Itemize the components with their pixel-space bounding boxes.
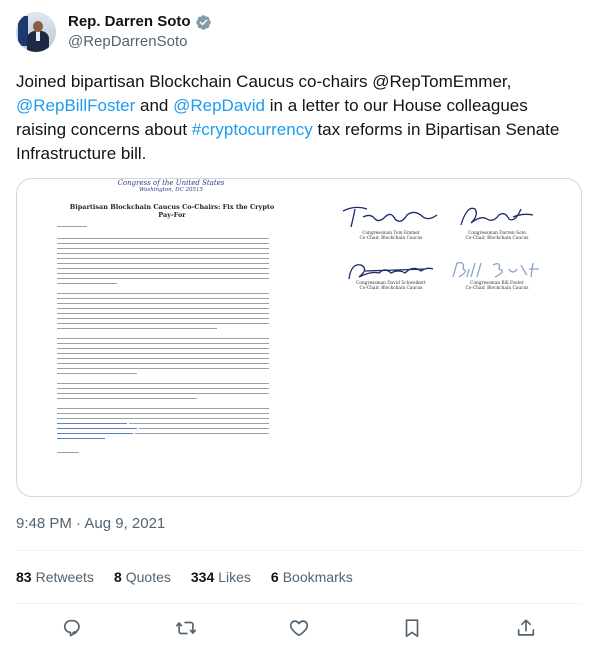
signature-foster: [452, 261, 539, 278]
signatory-role: Co-Chair, Blockchain Caucus: [465, 236, 529, 241]
signature-emmer: [342, 206, 438, 228]
mention-link[interactable]: @RepDavid: [173, 96, 265, 115]
action-bar: [0, 616, 598, 640]
retweets-stat[interactable]: 83 Retweets: [16, 567, 94, 587]
reply-button[interactable]: [61, 616, 85, 640]
likes-count: 334: [190, 569, 215, 585]
media-image[interactable]: Congress of the United States Washington…: [16, 178, 582, 497]
verified-badge-icon: [195, 14, 211, 30]
tweet-text-part: Joined bipartisan Blockchain Caucus co-c…: [16, 72, 512, 91]
share-button[interactable]: [514, 616, 538, 640]
like-icon: [289, 620, 309, 637]
author-handle[interactable]: @RepDarrenSoto: [68, 32, 212, 52]
signature-block-4: Congressman Bill Foster Co-Chair, Blockc…: [447, 281, 547, 291]
bookmarks-count: 6: [270, 569, 279, 585]
tweet-text: Joined bipartisan Blockchain Caucus co-c…: [16, 70, 576, 166]
letterhead-sub: Washington, DC 20515: [138, 187, 204, 193]
signatory-role: Co-Chair, Blockchain Caucus: [465, 286, 529, 291]
retweets-count: 83: [16, 569, 32, 585]
bookmarks-stat[interactable]: 6 Bookmarks: [271, 567, 353, 587]
tweet-timestamp[interactable]: 9:48 PM · Aug 9, 2021: [16, 514, 165, 534]
quotes-count: 8: [113, 569, 122, 585]
divider: [16, 550, 582, 551]
signature-block-3: Congressman David Schweikert Co-Chair, B…: [341, 281, 441, 291]
signatory-role: Co-Chair, Blockchain Caucus: [359, 286, 423, 291]
like-button[interactable]: [287, 616, 311, 640]
likes-label: Likes: [218, 569, 251, 585]
signature-soto: [460, 207, 534, 226]
bookmark-icon: [405, 619, 419, 638]
avatar[interactable]: [16, 12, 56, 52]
likes-stat[interactable]: 334 Likes: [191, 567, 251, 587]
author-info: Rep. Darren Soto @RepDarrenSoto: [68, 12, 212, 52]
bookmark-button[interactable]: [400, 616, 424, 640]
quotes-label: Quotes: [125, 569, 171, 585]
author-display-name[interactable]: Rep. Darren Soto: [68, 12, 191, 32]
engagement-stats: 83 Retweets 8 Quotes 334 Likes 6 Bookmar…: [16, 567, 353, 587]
reply-icon: [63, 619, 80, 637]
signature-block-1: Congressman Tom Emmer Co-Chair, Blockcha…: [341, 231, 441, 241]
letter-title: Bipartisan Blockchain Caucus Co-Chairs: …: [69, 203, 275, 219]
signatory-role: Co-Chair, Blockchain Caucus: [359, 236, 423, 241]
share-icon: [517, 619, 535, 636]
retweet-icon: [176, 621, 196, 635]
signature-block-2: Congressman Darren Soto Co-Chair, Blockc…: [447, 231, 547, 241]
letterhead: Congress of the United States: [117, 179, 225, 187]
retweet-button[interactable]: [174, 616, 198, 640]
divider: [16, 603, 582, 604]
retweets-label: Retweets: [35, 569, 94, 585]
tweet-text-part: and: [135, 96, 174, 115]
author-name-row[interactable]: Rep. Darren Soto: [68, 12, 212, 32]
hashtag-link[interactable]: #cryptocurrency: [192, 120, 313, 139]
quotes-stat[interactable]: 8 Quotes: [114, 567, 171, 587]
tweet-header: Rep. Darren Soto @RepDarrenSoto: [16, 12, 212, 52]
mention-link[interactable]: @RepBillFoster: [16, 96, 135, 115]
signature-schweikert: [348, 264, 434, 280]
letter-document: Congress of the United States Washington…: [57, 179, 289, 496]
bookmarks-label: Bookmarks: [282, 569, 353, 585]
